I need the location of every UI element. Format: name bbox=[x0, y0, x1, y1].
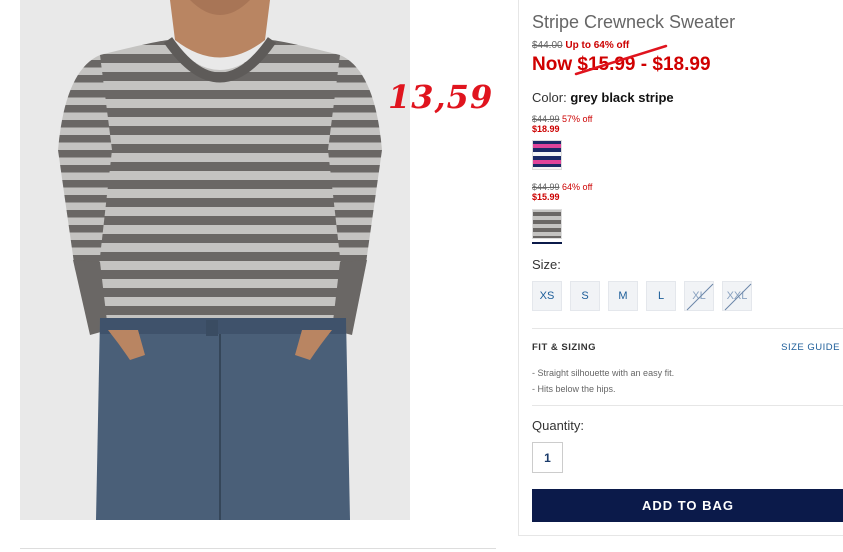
size-label: Size: bbox=[532, 257, 561, 272]
size-guide-link[interactable]: SIZE GUIDE bbox=[781, 342, 840, 353]
add-to-bag-button[interactable]: ADD TO BAG bbox=[532, 489, 843, 522]
swatch-pink-navy-stripe[interactable] bbox=[532, 140, 562, 170]
variant-discount: 64% off bbox=[562, 182, 593, 192]
product-image[interactable] bbox=[20, 0, 410, 520]
size-option-s[interactable]: S bbox=[570, 281, 600, 311]
fit-details-list: - Straight silhouette with an easy fit. … bbox=[532, 365, 674, 397]
unavailable-strike-icon bbox=[686, 283, 714, 311]
fit-sizing-heading: FIT & SIZING bbox=[532, 342, 597, 353]
size-option-xs[interactable]: XS bbox=[532, 281, 562, 311]
now-prefix: Now bbox=[532, 54, 573, 75]
product-details-panel: Stripe Crewneck Sweater $44.00 Up to 64%… bbox=[518, 0, 843, 536]
annotation-strike-line bbox=[574, 44, 668, 76]
divider bbox=[532, 405, 843, 406]
swatch-grey-black-stripe[interactable] bbox=[532, 209, 562, 239]
variant-original-price: $44.99 bbox=[532, 182, 560, 192]
size-option-l[interactable]: L bbox=[646, 281, 676, 311]
variant-sale-price: $18.99 bbox=[532, 124, 560, 134]
color-label: Color: bbox=[532, 90, 567, 105]
product-title: Stripe Crewneck Sweater bbox=[532, 12, 736, 32]
size-options: XS S M L XL XXL bbox=[532, 281, 752, 311]
selected-swatch-indicator bbox=[532, 242, 562, 244]
divider bbox=[532, 328, 843, 329]
quantity-input[interactable]: 1 bbox=[532, 442, 563, 473]
color-selection: Color: grey black stripe bbox=[532, 90, 674, 105]
variant-original-price: $44.99 bbox=[532, 114, 560, 124]
variant-sale-price: $15.99 bbox=[532, 192, 560, 202]
size-option-xl[interactable]: XL bbox=[684, 281, 714, 311]
color-value: grey black stripe bbox=[570, 90, 674, 105]
original-price: $44.00 bbox=[532, 40, 563, 51]
variant-price-1: $44.99 57% off $18.99 bbox=[532, 114, 592, 134]
list-item: - Hits below the hips. bbox=[532, 384, 616, 394]
annotation-price-overlay: 13,59 bbox=[388, 78, 494, 116]
quantity-label: Quantity: bbox=[532, 418, 585, 433]
divider bbox=[20, 548, 496, 549]
variant-price-2: $44.99 64% off $15.99 bbox=[532, 182, 592, 202]
list-item: - Straight silhouette with an easy fit. bbox=[532, 368, 675, 378]
size-option-m[interactable]: M bbox=[608, 281, 638, 311]
unavailable-strike-icon bbox=[724, 283, 752, 311]
size-option-xxl[interactable]: XXL bbox=[722, 281, 752, 311]
variant-discount: 57% off bbox=[562, 114, 593, 124]
